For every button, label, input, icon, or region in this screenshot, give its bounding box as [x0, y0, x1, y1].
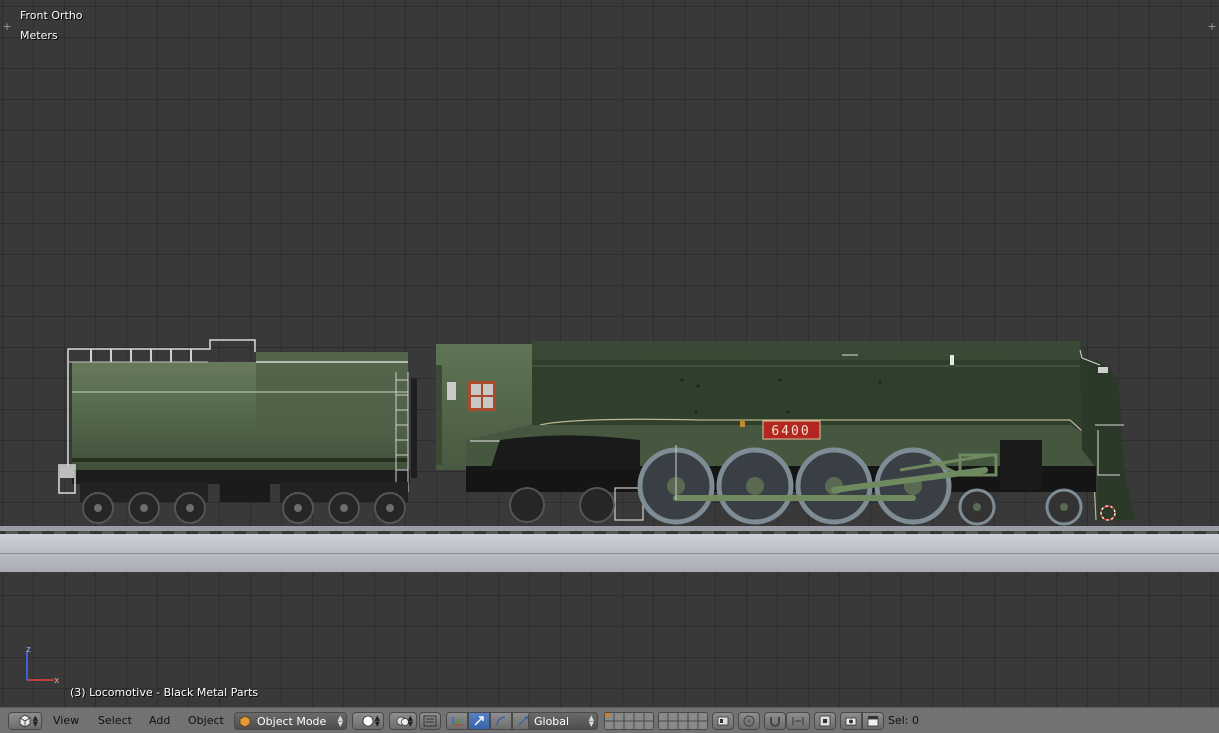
layers-grid-2-icon[interactable]	[658, 712, 708, 730]
rotate-manipulator[interactable]	[490, 712, 512, 730]
editor-type-arrows-icon: ▲ ▼	[32, 714, 38, 728]
menu-select[interactable]: Select	[98, 714, 132, 727]
axis-gizmo: z x	[26, 645, 60, 686]
orientation-arrows-icon: ▲ ▼	[588, 714, 594, 728]
boiler-side-panel	[532, 360, 1082, 425]
lock-camera-button[interactable]	[712, 712, 734, 730]
layer-lock-icon	[717, 716, 729, 726]
menu-add[interactable]: Add	[149, 714, 170, 727]
smokebox-nose	[1080, 358, 1135, 520]
object-mode-icon	[239, 715, 251, 727]
orientation-dropdown[interactable]: Global ▲ ▼	[528, 712, 598, 730]
translate-manipulator[interactable]	[468, 712, 490, 730]
pivot-arrows-icon: ▲ ▼	[407, 714, 413, 728]
editor-type-button[interactable]: ▲ ▼	[8, 712, 42, 730]
manipulator-toggle-button[interactable]	[419, 712, 441, 730]
sleepers	[6, 531, 1218, 534]
axis-x-label: x	[54, 676, 60, 686]
layers-grid-1-icon[interactable]	[604, 712, 654, 730]
render-buttons	[840, 712, 884, 730]
3d-viewport[interactable]: 6400 Front Ortho Meters + + z x (3) Loco…	[0, 0, 1219, 707]
axis-z-label: z	[26, 645, 31, 655]
pivot-point-dropdown[interactable]: ▲ ▼	[389, 712, 417, 730]
selection-status: Sel: 0	[888, 714, 920, 727]
3d-view-header: ▲ ▼ View Select Add Object Object Mode ▲ ▼…	[0, 707, 1219, 733]
mode-dropdown[interactable]: Object Mode ▲ ▼	[234, 712, 347, 730]
cab-window-left	[447, 382, 456, 400]
corner-widget-left-icon[interactable]: +	[2, 21, 12, 32]
corner-widget-right-icon[interactable]: +	[1207, 21, 1217, 32]
clapper-icon	[867, 716, 879, 727]
view-name-label: Front Ortho	[20, 9, 83, 22]
viewport-shading-dropdown[interactable]: ▲ ▼	[352, 712, 384, 730]
snap-element-dropdown[interactable]	[786, 712, 810, 730]
cube-editor-icon	[19, 714, 31, 728]
proportional-edit-icon	[743, 715, 755, 727]
layers-group-1	[604, 712, 654, 730]
trailing-wheels	[509, 487, 615, 523]
translate-arrow-icon	[474, 716, 484, 726]
layers-group-2	[658, 712, 708, 730]
selected-object-label: (3) Locomotive - Black Metal Parts	[70, 686, 259, 699]
locomotive-number: 6400	[771, 424, 810, 439]
menu-view[interactable]: View	[53, 714, 79, 727]
snap-increment-icon	[792, 717, 804, 725]
opengl-render-animation-button[interactable]	[862, 712, 884, 730]
snap-target-button[interactable]	[814, 712, 836, 730]
locomotive-model[interactable]: 6400	[0, 0, 1219, 707]
cab-window	[468, 381, 496, 411]
transform-manipulator-toggle[interactable]	[446, 712, 468, 730]
magnet-icon	[770, 717, 780, 727]
menu-object[interactable]: Object	[188, 714, 224, 727]
solid-shading-icon	[362, 715, 374, 727]
camera-icon	[845, 717, 857, 726]
locomotive[interactable]: 6400	[436, 341, 1135, 526]
proportional-edit-button[interactable]	[738, 712, 760, 730]
rotate-icon	[496, 716, 506, 726]
axes-icon	[452, 717, 462, 726]
ground-line	[0, 553, 1219, 554]
snap-target-icon	[819, 715, 831, 727]
snap-toggle-button[interactable]	[764, 712, 786, 730]
shading-arrows-icon: ▲ ▼	[374, 714, 380, 728]
manipulator-icon	[423, 715, 437, 727]
rail-top	[0, 526, 1219, 531]
opengl-render-image-button[interactable]	[840, 712, 862, 730]
tender[interactable]	[58, 339, 417, 524]
orientation-value: Global	[534, 714, 570, 728]
transform-manipulators	[446, 712, 534, 730]
units-label: Meters	[20, 29, 58, 42]
mode-arrows-icon: ▲ ▼	[337, 714, 343, 728]
leading-wheels	[958, 488, 1083, 526]
mode-value: Object Mode	[257, 714, 327, 728]
